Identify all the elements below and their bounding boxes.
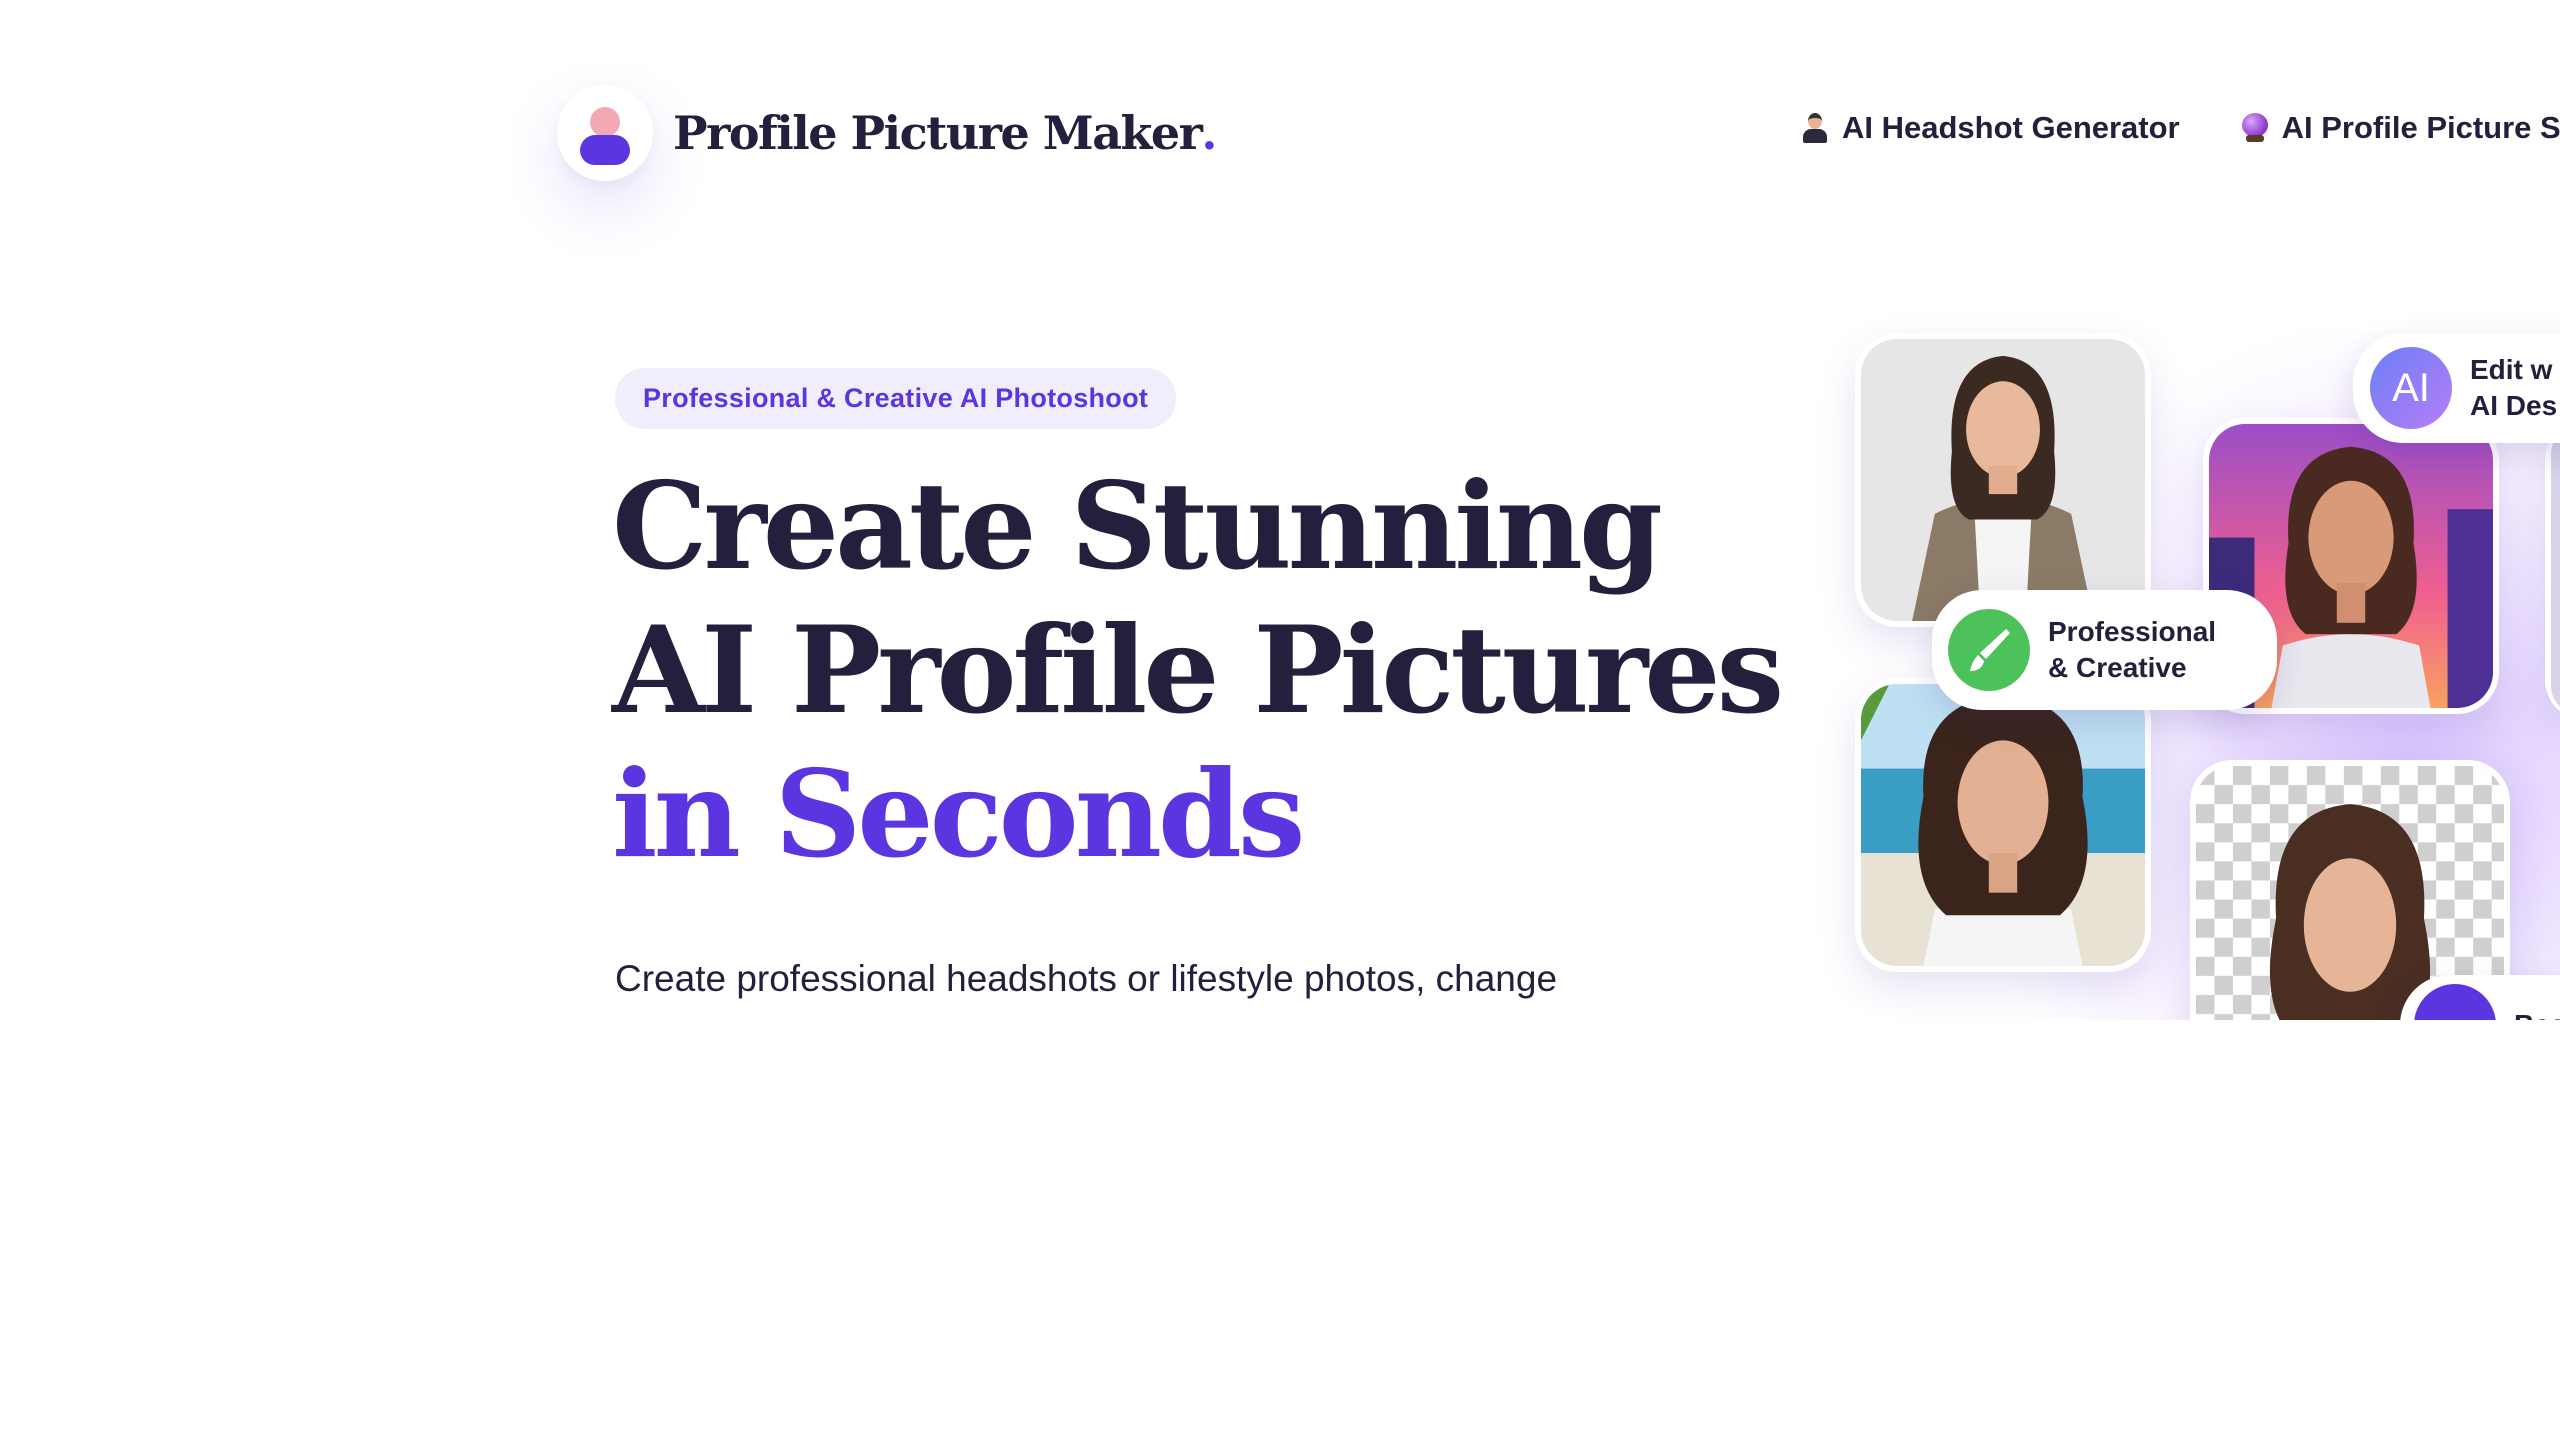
hero-tagline-pill: Professional & Creative AI Photoshoot	[615, 368, 1177, 429]
badge-ai-label: Edit w AI Des	[2470, 354, 2558, 421]
crystal-ball-icon	[2240, 113, 2270, 143]
blank-region	[0, 1020, 2560, 1440]
nav-label: AI Profile Picture Sty	[2281, 110, 2560, 145]
ai-icon: AI	[2370, 347, 2452, 429]
page: Profile Picture Maker. AI Headshot Gener…	[0, 0, 2560, 1440]
headline-accent: in Seconds	[612, 744, 1305, 885]
photo-card-beach	[1855, 678, 2151, 972]
logo-avatar-icon	[557, 85, 653, 181]
logo-dot: .	[1201, 106, 1218, 160]
photo-card-business	[1855, 333, 2151, 627]
nav-ai-headshot-generator[interactable]: AI Headshot Generator	[1800, 110, 2180, 146]
nav-label: AI Headshot Generator	[1842, 110, 2180, 145]
logo[interactable]: Profile Picture Maker.	[557, 85, 1217, 181]
nav-ai-profile-picture-styles[interactable]: AI Profile Picture Sty	[2240, 110, 2560, 146]
paintbrush-icon	[1948, 609, 2030, 691]
badge-professional-label: Professional & Creative	[2048, 616, 2217, 683]
main-nav: AI Headshot Generator AI Profile Picture…	[1800, 110, 2560, 146]
photo-card-edge	[2545, 420, 2560, 720]
badge-professional-creative: Professional & Creative	[1932, 590, 2277, 710]
headline-text: Create Stunning AI Profile Pictures	[612, 456, 1784, 741]
hero-subtext: Create professional headshots or lifesty…	[615, 958, 1558, 999]
badge-edit-with-ai: AI Edit w AI Des	[2353, 333, 2560, 443]
logo-text: Profile Picture Maker	[673, 106, 1203, 160]
hero-headline: Create Stunning AI Profile Pictures in S…	[612, 455, 1812, 887]
person-in-suit-icon	[1800, 113, 1830, 143]
